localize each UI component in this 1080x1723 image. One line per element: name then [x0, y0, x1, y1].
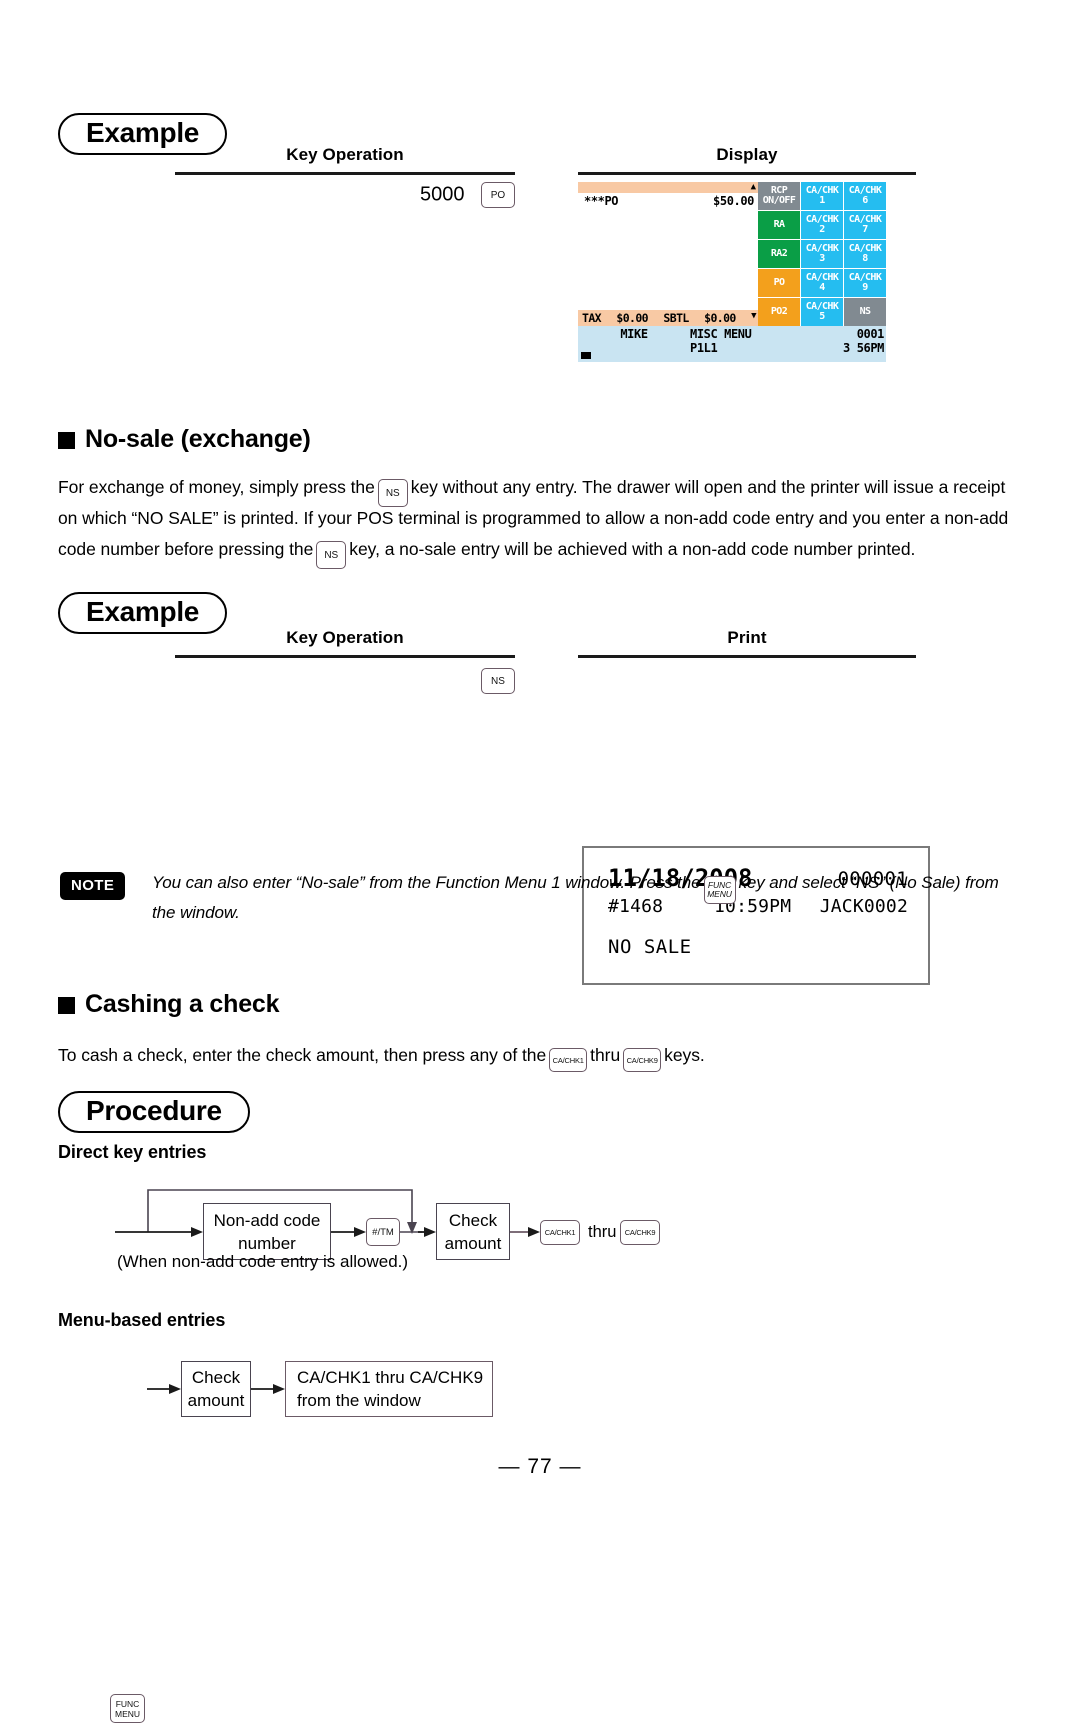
manual-page: Example Key Operation Display 5000 PO ▲ …	[0, 0, 1080, 1723]
func-menu-flow-line-2: MENU	[114, 1708, 141, 1719]
check-amount-box-menu: Check amount	[181, 1361, 251, 1417]
func-menu-flow-line-1: FUNC	[115, 1699, 140, 1709]
window-selection-line-2: from the window	[297, 1391, 421, 1410]
window-selection-line-1: CA/CHK1 thru CA/CHK9	[297, 1368, 484, 1387]
check-amount-menu-line-1: Check	[191, 1368, 241, 1387]
window-selection-box: CA/CHK1 thru CA/CHK9 from the window	[285, 1361, 493, 1417]
menu-flow-arrows	[147, 1384, 285, 1394]
func-menu-key-flow[interactable]: FUNC MENU	[110, 1694, 145, 1723]
page-number: — 77 —	[498, 1455, 582, 1478]
check-amount-menu-line-2: amount	[187, 1391, 245, 1410]
